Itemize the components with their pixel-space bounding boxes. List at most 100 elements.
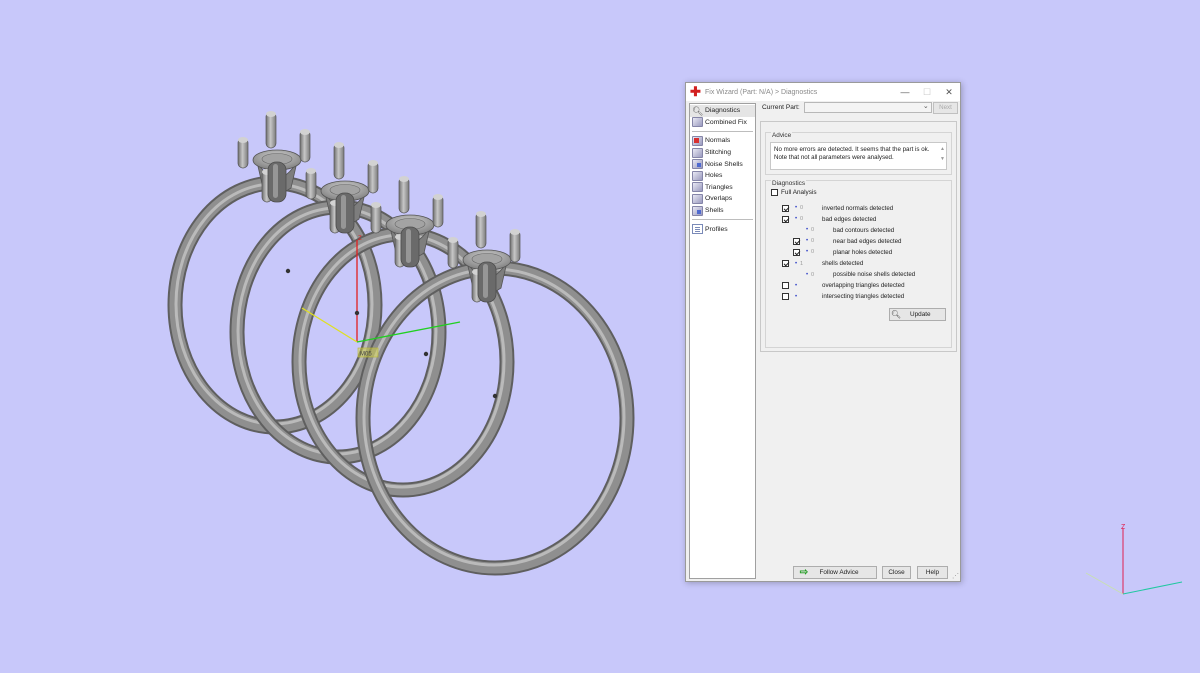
full-analysis-row[interactable]: Full Analysis (771, 189, 817, 196)
diagnostic-count: 0 (811, 238, 815, 245)
help-button[interactable]: Help (917, 566, 948, 579)
status-dot: • (805, 249, 809, 256)
nav-item-label: Profiles (705, 225, 728, 233)
nav-divider (692, 219, 753, 221)
nav-item-label: Shells (705, 207, 724, 215)
gizmo-z-label: Z (358, 236, 362, 242)
diagnostic-label: intersecting triangles detected (822, 293, 905, 301)
diagnostic-label: overlapping triangles detected (822, 282, 905, 290)
title-bar[interactable]: ✚ Fix Wizard (Part: N/A) > Diagnostics —… (686, 83, 960, 101)
gizmo-label: M05 (360, 352, 372, 358)
diagnostic-checkbox[interactable] (793, 248, 800, 256)
diagnostic-row: • 0 bad contours detected (782, 225, 894, 235)
close-button[interactable]: Close (882, 566, 911, 579)
diagnostic-label: planar holes detected (833, 248, 893, 256)
nav-item-profiles[interactable]: Profiles (690, 223, 755, 235)
fix-wizard-dialog: ✚ Fix Wizard (Part: N/A) > Diagnostics —… (685, 82, 961, 582)
scroll-arrows-icon[interactable]: ▲ ▼ (940, 144, 945, 164)
holes-cube-icon (692, 170, 703, 181)
advice-text-line1: No more errors are detected. It seems th… (774, 146, 930, 153)
nav-divider (692, 131, 753, 133)
nav-item-label: Normals (705, 137, 731, 145)
minimize-button[interactable]: — (894, 83, 916, 101)
nav-item-shells[interactable]: Shells (690, 205, 755, 217)
update-button[interactable]: 🔍︎ Update (889, 308, 946, 321)
window-title: Fix Wizard (Part: N/A) > Diagnostics (705, 88, 818, 96)
advice-text-box: No more errors are detected. It seems th… (770, 142, 947, 170)
magnifier-icon: 🔍︎ (692, 105, 704, 116)
3d-viewport[interactable]: M05 Z Z (0, 0, 1200, 673)
wizard-nav: 🔍︎ Diagnostics Combined Fix Normals Stit… (689, 103, 756, 579)
cube-icon (692, 117, 703, 128)
diagnostic-checkbox[interactable] (782, 282, 789, 290)
nav-item-label: Triangles (705, 183, 733, 191)
status-dot: • (794, 205, 798, 211)
diagnostic-label: bad edges detected (822, 215, 877, 223)
profiles-doc-icon (692, 224, 703, 235)
chevron-down-icon: ⌄ (922, 103, 929, 110)
overlaps-cube-icon (692, 193, 703, 204)
diagnostic-count: 0 (800, 205, 804, 211)
diagnostic-checkbox[interactable] (793, 237, 800, 245)
axis-z-label: Z (1121, 524, 1126, 531)
diagnostics-panel: Advice No more errors are detected. It s… (760, 121, 957, 352)
diagnostics-title: Diagnostics (771, 180, 807, 187)
axis-triad: Z (1085, 524, 1183, 595)
follow-advice-label: Follow Advice (819, 569, 859, 576)
current-part-select[interactable]: ⌄ (803, 102, 932, 113)
diagnostic-label: shells detected (822, 260, 864, 267)
status-dot: • (794, 282, 798, 289)
full-analysis-checkbox[interactable] (771, 189, 778, 196)
diagnostic-row: • 0 possible noise shells detected (782, 270, 915, 280)
advice-text-line2: Note that not all parameters were analys… (774, 154, 894, 161)
diagnostic-row: • 0 planar holes detected (782, 247, 892, 257)
diagnostic-count: 1 (800, 260, 804, 267)
nav-item-noise-shells[interactable]: Noise Shells (690, 158, 755, 170)
nav-item-diagnostics[interactable]: 🔍︎ Diagnostics (690, 105, 755, 117)
full-analysis-label: Full Analysis (781, 189, 817, 196)
green-arrow-icon: ⇨ (799, 567, 809, 578)
diagnostic-row: • overlapping triangles detected (782, 281, 905, 291)
nav-item-label: Stitching (705, 149, 732, 157)
diagnostic-count: 0 (811, 249, 815, 256)
next-button[interactable]: Next (933, 102, 958, 114)
resize-grip-icon[interactable]: ⋰ (952, 572, 959, 580)
nav-item-combined-fix[interactable]: Combined Fix (690, 117, 755, 129)
follow-advice-button[interactable]: ⇨ Follow Advice (793, 566, 877, 579)
diagnostic-count: 0 (811, 227, 815, 234)
status-dot: • (805, 227, 809, 234)
nav-item-stitching[interactable]: Stitching (690, 147, 755, 159)
nav-item-overlaps[interactable]: Overlaps (690, 193, 755, 205)
diagnostic-label: possible noise shells detected (833, 271, 916, 279)
diagnostic-checkbox[interactable] (782, 204, 789, 212)
diagnostic-label: near bad edges detected (833, 237, 902, 245)
nav-item-normals[interactable]: Normals (690, 135, 755, 147)
diagnostic-count: 0 (800, 216, 804, 223)
diagnostic-count: 0 (811, 271, 815, 278)
nav-item-label: Overlaps (705, 195, 733, 203)
ring-model[interactable] (167, 111, 383, 435)
shells-cube-icon (692, 205, 703, 216)
status-dot: • (805, 238, 809, 245)
nav-item-triangles[interactable]: Triangles (690, 182, 755, 194)
maximize-button[interactable]: ☐ (916, 83, 938, 101)
nav-item-label: Noise Shells (705, 160, 743, 168)
stitching-cube-icon (692, 147, 703, 158)
diagnostic-checkbox[interactable] (782, 260, 789, 267)
nav-item-holes[interactable]: Holes (690, 170, 755, 182)
update-label: Update (910, 311, 931, 318)
ring-scene: M05 Z Z (167, 111, 1183, 595)
triangles-cube-icon (692, 182, 703, 193)
magnifier-icon: 🔍︎ (890, 310, 902, 319)
current-part-label: Current Part: (762, 104, 800, 111)
nav-item-label: Combined Fix (705, 118, 747, 126)
normals-cube-icon (692, 135, 703, 146)
advice-title: Advice (771, 132, 793, 139)
close-window-button[interactable]: ✕ (938, 83, 960, 101)
diagnostic-label: bad contours detected (833, 226, 895, 234)
nav-item-label: Diagnostics (705, 107, 741, 115)
diagnostic-checkbox[interactable] (782, 215, 789, 223)
diagnostic-row: • intersecting triangles detected (782, 292, 904, 302)
status-dot: • (794, 260, 798, 267)
diagnostic-checkbox[interactable] (782, 293, 789, 301)
